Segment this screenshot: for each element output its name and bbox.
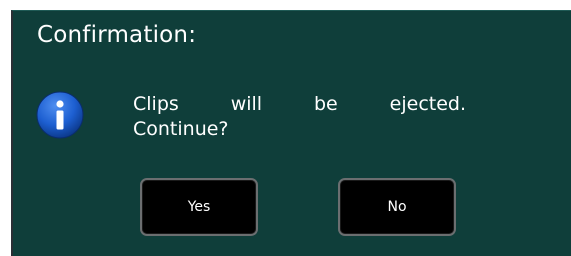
no-button[interactable]: No [338, 178, 456, 236]
yes-button-label: Yes [187, 199, 211, 215]
message-word: be [314, 93, 338, 115]
message-line-2: Continue? [133, 118, 229, 140]
yes-button[interactable]: Yes [140, 178, 258, 236]
message-word: ejected. [389, 93, 466, 115]
message-word: will [230, 93, 263, 115]
dialog-title: Confirmation: [37, 22, 197, 48]
info-icon [36, 91, 84, 139]
message-word: Clips [133, 93, 179, 115]
dialog-message: Clips will be ejected. Continue? [133, 92, 466, 142]
confirmation-dialog: Confirmation: Clips will be ejected. Con… [11, 10, 571, 256]
no-button-label: No [387, 199, 407, 215]
message-line-1: Clips will be ejected. [133, 92, 466, 117]
